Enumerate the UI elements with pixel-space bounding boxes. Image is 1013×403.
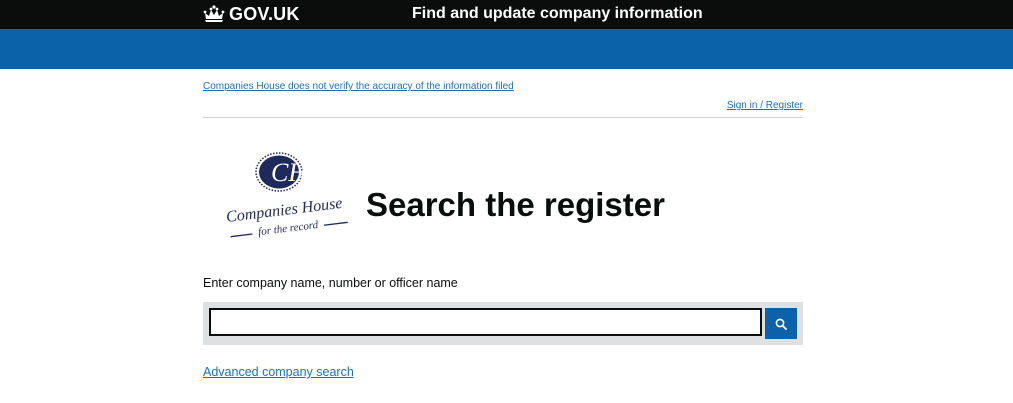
search-icon: [775, 318, 787, 330]
brand-name-text: Companies House: [225, 195, 343, 226]
header-blue-band: [0, 29, 1013, 69]
sign-in-register-link[interactable]: Sign in / Register: [727, 99, 803, 112]
govuk-logo-link[interactable]: GOV.UK: [203, 4, 300, 24]
header-divider: [203, 117, 803, 118]
search-panel: [203, 302, 803, 345]
companies-house-crest-icon: CH Companies House for the record: [225, 152, 348, 238]
companies-house-logo: CH Companies House for the record: [222, 152, 352, 238]
disclaimer-link[interactable]: Companies House does not verify the accu…: [203, 80, 514, 93]
brand-tagline-text: for the record: [258, 219, 320, 238]
govuk-logo-text: GOV.UK: [229, 4, 300, 24]
page-title: Search the register: [366, 186, 665, 223]
govuk-header: GOV.UK Find and update company informati…: [0, 0, 1013, 29]
search-label: Enter company name, number or officer na…: [203, 276, 458, 290]
search-input[interactable]: [209, 308, 762, 336]
crown-icon: [203, 5, 225, 22]
service-name-link[interactable]: Find and update company information: [412, 4, 703, 24]
crest-monogram: CH: [271, 158, 308, 187]
advanced-company-search-link[interactable]: Advanced company search: [203, 364, 354, 380]
search-button[interactable]: [765, 308, 797, 339]
